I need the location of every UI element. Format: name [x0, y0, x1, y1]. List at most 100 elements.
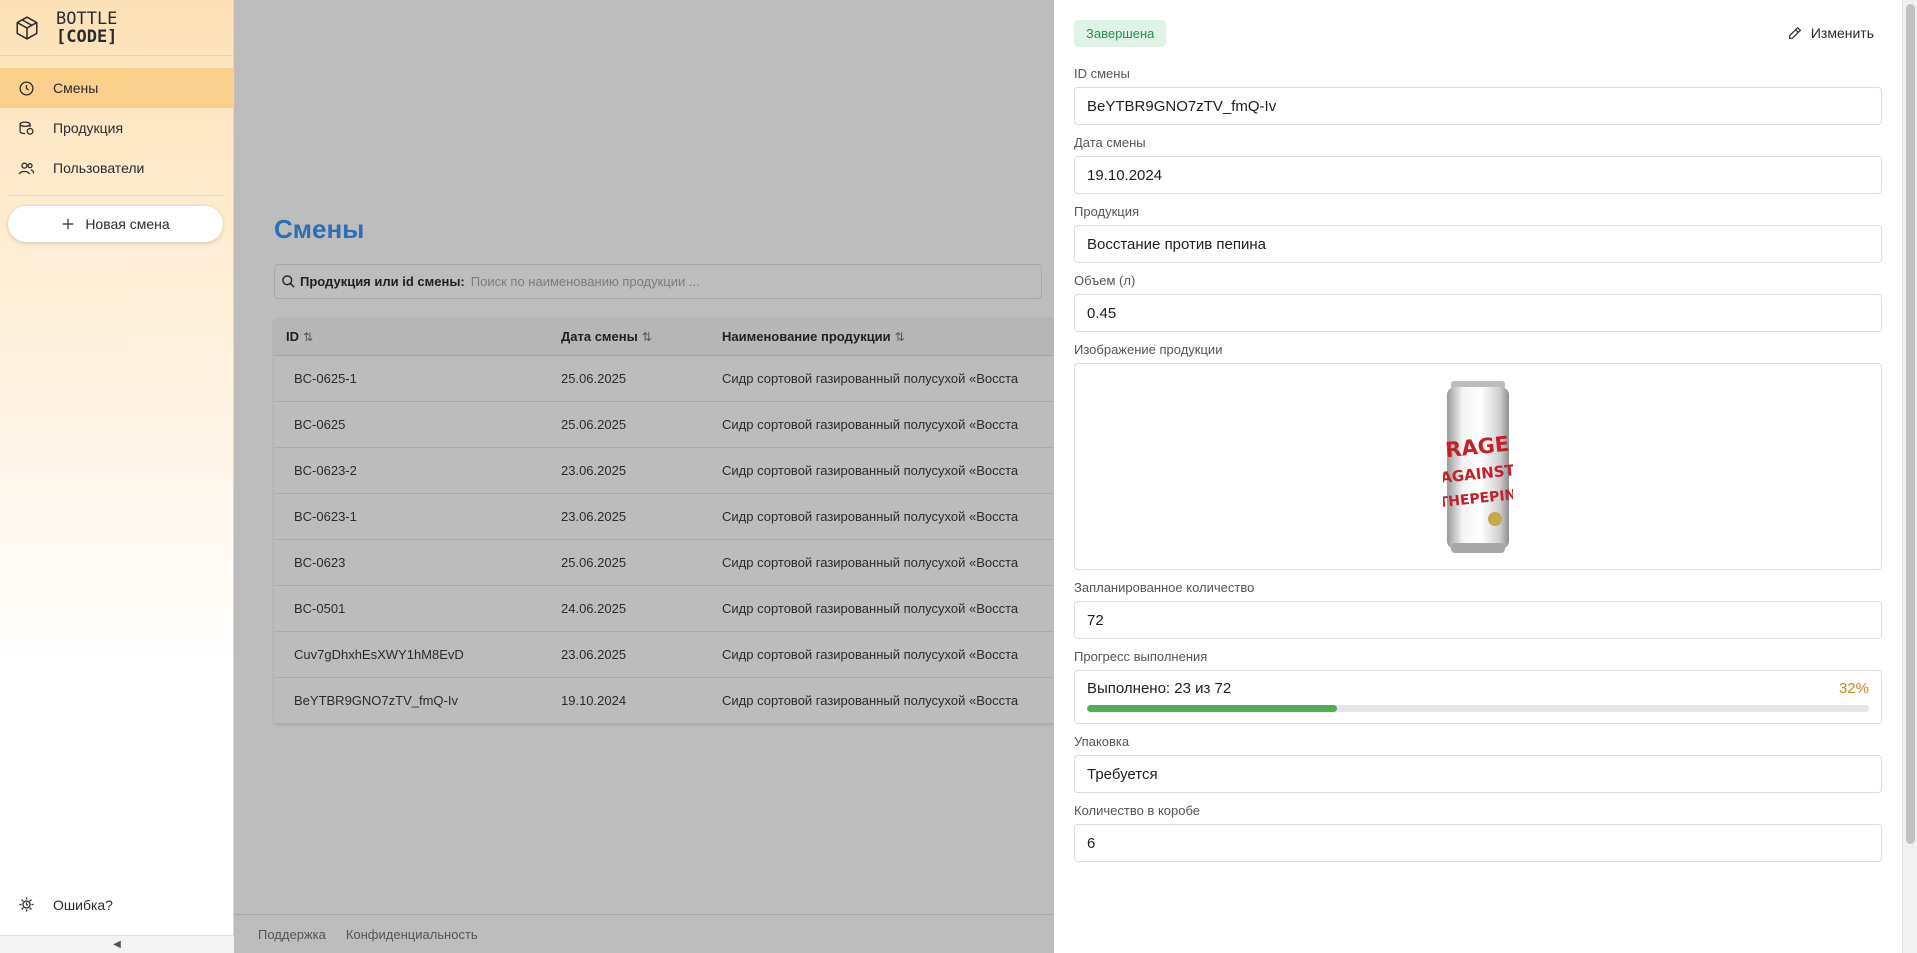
column-header-label: Наименование продукции: [722, 329, 891, 344]
report-error-link[interactable]: Ошибка?: [18, 896, 113, 913]
shifts-table: ID ⇅ Дата смены ⇅ Наименование продукции ⇅ …: [274, 318, 1064, 724]
table-row[interactable]: BC-0625-1 25.06.2025 Сидр сортовой газиров…: [274, 356, 1064, 402]
cell-date: 25.06.2025: [561, 555, 627, 570]
pencil-icon: [1788, 26, 1802, 39]
brand-line-2: [CODE]: [56, 26, 118, 47]
cell-date: 25.06.2025: [561, 371, 627, 386]
cell-date: 24.06.2025: [561, 601, 627, 616]
cell-id: BC-0623-2: [294, 463, 357, 478]
sort-icon: ⇅: [894, 329, 905, 344]
sidebar-nav: Смены Продукция Пользователи: [0, 56, 233, 188]
column-header-date[interactable]: Дата смены ⇅: [561, 329, 722, 344]
table-row[interactable]: BC-0625 25.06.2025 Сидр сортовой газирован…: [274, 402, 1064, 448]
cell-product: Сидр сортовой газированный полусухой «Во…: [722, 417, 1019, 432]
cell-date: 23.06.2025: [561, 647, 627, 662]
field-label: Прогресс выполнения: [1074, 649, 1208, 664]
progress-bar-fill: [1087, 705, 1338, 712]
sidebar-item-users[interactable]: Пользователи: [0, 148, 233, 188]
sidebar-item-shifts[interactable]: Смены: [0, 68, 233, 108]
cell-date: 23.06.2025: [561, 463, 627, 478]
clock-icon: [19, 80, 34, 96]
shift-date-value: 19.10.2024: [1074, 156, 1882, 194]
table-row[interactable]: Cuv7gDhxhEsXWY1hM8EvD 23.06.2025 Сидр сорт…: [274, 632, 1064, 678]
cell-date: 19.10.2024: [561, 693, 627, 708]
panel-header: Завершена Изменить: [1074, 0, 1882, 66]
database-icon: [19, 120, 34, 135]
field-label: Объем (л): [1074, 273, 1136, 288]
cell-product: Сидр сортовой газированный полусухой «Во…: [722, 463, 1019, 478]
table-row[interactable]: BC-0623-2 23.06.2025 Сидр сортовой газиров…: [274, 448, 1064, 494]
sidebar-divider: [8, 195, 225, 196]
cell-date: 25.06.2025: [561, 417, 627, 432]
table-header: ID ⇅ Дата смены ⇅ Наименование продукции ⇅: [274, 318, 1064, 356]
cell-product: Сидр сортовой газированный полусухой «Во…: [722, 693, 1019, 708]
field-volume: Объем (л) 0.45: [1074, 273, 1882, 332]
sidebar-item-products[interactable]: Продукция: [0, 108, 233, 148]
search-bar: Продукция или id смены:: [274, 264, 1042, 299]
field-label: Дата смены: [1074, 135, 1146, 150]
cell-product: Сидр сортовой газированный полусухой «Во…: [722, 647, 1019, 662]
field-label: Количество в коробе: [1074, 803, 1200, 818]
field-product-image: Изображение продукции RAGE AGAINST THEPE…: [1074, 342, 1882, 570]
cell-id: BeYTBR9GNO7zTV_fmQ-Iv: [294, 693, 458, 708]
volume-value: 0.45: [1074, 294, 1882, 332]
brand[interactable]: BOTTLE [CODE]: [0, 0, 233, 56]
field-label: ID смены: [1074, 66, 1130, 81]
field-label: Упаковка: [1074, 734, 1130, 749]
report-error-label: Ошибка?: [53, 896, 113, 913]
sidebar-item-label: Смены: [53, 80, 99, 96]
progress-bar: [1087, 705, 1869, 712]
can-image: RAGE AGAINST THEPEPIN: [1443, 380, 1513, 553]
sidebar-item-label: Пользователи: [53, 160, 145, 176]
collapse-sidebar-button[interactable]: ◀: [0, 935, 234, 953]
cell-product: Сидр сортовой газированный полусухой «Во…: [722, 509, 1019, 524]
cell-product: Сидр сортовой газированный полусухой «Во…: [722, 601, 1019, 616]
new-shift-button[interactable]: Новая смена: [8, 206, 223, 242]
search-icon: [282, 275, 295, 288]
sort-icon: ⇅: [303, 329, 314, 344]
table-row[interactable]: BC-0623 25.06.2025 Сидр сортовой газирован…: [274, 540, 1064, 586]
column-header-label: Дата смены: [561, 329, 638, 344]
planned-quantity-value: 72: [1074, 601, 1882, 639]
sidebar-item-label: Продукция: [53, 120, 124, 136]
edit-button[interactable]: Изменить: [1787, 25, 1882, 41]
box-logo-icon: [16, 15, 38, 40]
field-label: Изображение продукции: [1074, 342, 1223, 357]
users-icon: [18, 162, 35, 174]
search-input[interactable]: [470, 274, 1031, 289]
table-row[interactable]: BC-0501 24.06.2025 Сидр сортовой газирован…: [274, 586, 1064, 632]
column-header-label: ID: [286, 329, 299, 344]
field-label: Продукция: [1074, 204, 1140, 219]
product-image: RAGE AGAINST THEPEPIN: [1074, 363, 1882, 570]
field-shift-id: ID смены BeYTBR9GNO7zTV_fmQ-Iv: [1074, 66, 1882, 125]
field-packaging: Упаковка Требуется: [1074, 734, 1882, 793]
field-planned-quantity: Запланированное количество 72: [1074, 580, 1882, 639]
product-value: Восстание против пепина: [1074, 225, 1882, 263]
field-shift-date: Дата смены 19.10.2024: [1074, 135, 1882, 194]
cell-id: BC-0625: [294, 417, 346, 432]
field-progress: Прогресс выполнения Выполнено: 23 из 72 …: [1074, 649, 1882, 724]
shift-id-value: BeYTBR9GNO7zTV_fmQ-Iv: [1074, 87, 1882, 125]
panel-scrollbar[interactable]: [1902, 0, 1917, 953]
shift-details-panel: Завершена Изменить ID смены BeYTBR9GNO7z…: [1054, 0, 1902, 953]
packaging-value: Требуется: [1074, 755, 1882, 793]
plus-icon: [63, 218, 74, 230]
table-row[interactable]: BeYTBR9GNO7zTV_fmQ-Iv 19.10.2024 Сидр сорт…: [274, 678, 1064, 724]
field-product: Продукция Восстание против пепина: [1074, 204, 1882, 263]
cell-product: Сидр сортовой газированный полусухой «Во…: [722, 371, 1019, 386]
field-label: Запланированное количество: [1074, 580, 1255, 595]
main-content: Смены Продукция или id смены: ID ⇅ Дата с…: [234, 0, 1064, 953]
table-row[interactable]: BC-0623-1 23.06.2025 Сидр сортовой газиров…: [274, 494, 1064, 540]
box-quantity-value: 6: [1074, 824, 1882, 862]
scrollbar-thumb[interactable]: [1906, 4, 1915, 844]
support-link[interactable]: Поддержка: [258, 927, 326, 942]
page-title: Смены: [274, 214, 365, 244]
progress-text: Выполнено: 23 из 72: [1087, 680, 1232, 697]
privacy-link[interactable]: Конфиденциальность: [346, 927, 478, 942]
column-header-product[interactable]: Наименование продукции ⇅: [722, 329, 1064, 344]
search-label: Продукция или id смены:: [300, 274, 465, 289]
column-header-id[interactable]: ID ⇅: [274, 329, 561, 344]
brand-text: BOTTLE [CODE]: [56, 10, 117, 46]
edit-button-label: Изменить: [1810, 25, 1874, 41]
cell-id: BC-0625-1: [294, 371, 357, 386]
